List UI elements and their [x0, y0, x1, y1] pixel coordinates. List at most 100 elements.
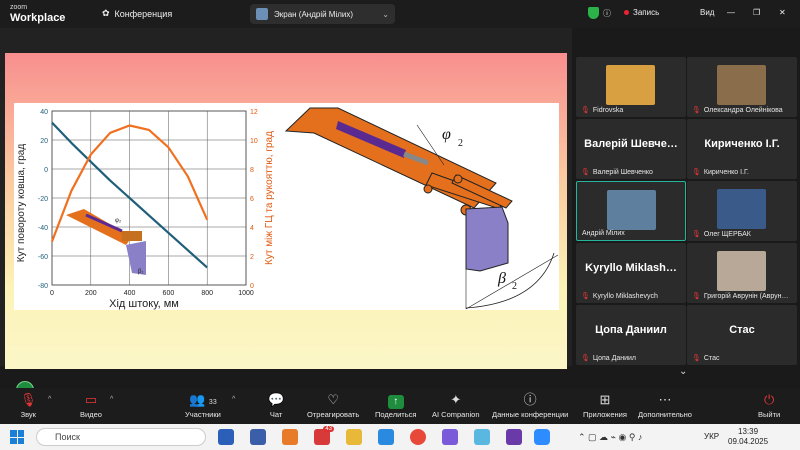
mic-muted-icon: 🎙 [581, 293, 590, 300]
y-right-tick-label: 8 [250, 167, 254, 174]
participant-tile[interactable]: Андрій Мілих [576, 181, 686, 241]
audio-options-caret[interactable]: ^ [48, 396, 51, 403]
share-button[interactable]: ↑ Поделиться [375, 390, 416, 419]
participant-name: Kyryllo Miklashevych [592, 292, 658, 300]
y-right-tick-label: 6 [250, 196, 254, 203]
language-indicator[interactable]: УКР [704, 432, 719, 441]
y-left-tick-label: -60 [38, 254, 48, 261]
svg-text:2: 2 [458, 138, 463, 149]
chevron-down-icon: ⌄ [382, 9, 389, 19]
windows-start-icon[interactable] [10, 430, 24, 444]
participant-tile[interactable]: Стас 🎙 Стас [687, 305, 797, 365]
x-tick-label: 600 [163, 290, 175, 297]
windows-taskbar: Поиск 43 ⌃ ▢ ☁ ⌁ ◉ ⚲ ♪ УКР 13:39 09.04.20… [0, 424, 800, 450]
camera-off-icon: ▭ [84, 392, 98, 407]
participant-tile[interactable]: 🎙 Олександра Олейнікова [687, 57, 797, 117]
x-tick-label: 200 [85, 290, 97, 297]
ai-companion-button[interactable]: ✦ AI Companion [432, 390, 480, 419]
edge-icon[interactable] [378, 429, 394, 445]
beta-label: β [497, 270, 506, 287]
maximize-icon[interactable]: ❐ [753, 8, 760, 17]
x-tick-label: 0 [50, 290, 54, 297]
participant-name-label: 🎙 Стас [692, 354, 719, 363]
x-axis-label: Хід штоку, мм [109, 298, 179, 310]
x-tick-label: 400 [124, 290, 136, 297]
view-button[interactable]: Вид [700, 8, 714, 17]
svg-text:β₁: β₁ [138, 269, 143, 275]
shared-screen-title[interactable]: Экран (Андрій Мілих) ⌄ [250, 4, 395, 24]
opera-icon[interactable]: 43 [314, 426, 334, 445]
react-button[interactable]: ♡ Отреагировать [307, 390, 359, 419]
mic-muted-icon: 🎙 [20, 392, 37, 407]
y-left-tick-label: -80 [38, 283, 48, 290]
video-button[interactable]: ▭ Видео [80, 390, 102, 419]
avatar [256, 8, 268, 20]
participant-name-label: Андрій Мілих [582, 230, 625, 237]
participant-name-label: 🎙 Валерій Шевченко [581, 168, 653, 177]
participant-display-name: Стас [729, 324, 755, 336]
zoom-taskbar-icon[interactable] [534, 429, 550, 445]
chevron-down-icon[interactable]: ⌄ [679, 366, 687, 377]
tray-icons[interactable]: ⌃ ▢ ☁ ⌁ ◉ ⚲ ♪ [578, 432, 642, 443]
participant-name-label: 🎙 Kyryllo Miklashevych [581, 292, 658, 301]
participant-tile[interactable]: Цопа Даниил 🎙 Цопа Даниил [576, 305, 686, 365]
more-button[interactable]: ⋯ Дополнительно [638, 390, 692, 419]
meeting-info-button[interactable]: ⓘ Данные конференции [492, 390, 568, 419]
app-icon[interactable] [474, 429, 490, 445]
x-tick-label: 1000 [238, 290, 254, 297]
app-icon[interactable] [250, 429, 266, 445]
meeting-icon: ✿ [102, 8, 110, 18]
video-options-caret[interactable]: ^ [110, 396, 113, 403]
participant-tile[interactable]: Валерій Шевче… 🎙 Валерій Шевченко [576, 119, 686, 179]
word-icon[interactable] [218, 429, 234, 445]
apps-button[interactable]: ⊞ Приложения [583, 390, 627, 419]
close-icon[interactable]: ✕ [779, 8, 786, 17]
chat-button[interactable]: 💬 Чат [268, 390, 284, 419]
record-indicator[interactable]: Запись [624, 8, 659, 17]
leave-button[interactable]: ⏻ Выйти [758, 390, 780, 419]
x-tick-label: 800 [201, 290, 213, 297]
participant-tile[interactable]: Кириченко І.Г. 🎙 Кириченко І.Г. [687, 119, 797, 179]
conference-info-button[interactable]: ✿ Конференция [102, 8, 172, 19]
info-icon[interactable]: ⓘ [603, 8, 611, 19]
minimize-icon[interactable]: — [727, 8, 735, 17]
participant-tile[interactable]: 🎙 Fidrovska [576, 57, 686, 117]
taskbar-search[interactable]: Поиск [36, 428, 206, 446]
file-explorer-icon[interactable] [346, 429, 362, 445]
participant-video [606, 65, 655, 105]
participant-name: Цопа Даниил [592, 354, 636, 362]
y-left-tick-label: 40 [40, 109, 48, 116]
y-left-tick-label: -40 [38, 225, 48, 232]
viber-icon[interactable] [442, 429, 458, 445]
sparkle-icon: ✦ [450, 392, 462, 407]
participant-tile[interactable]: 🎙 Григорій Аврунін (Аврун… [687, 243, 797, 303]
mechanism-diagram: φ 2 β 2 [276, 103, 559, 310]
phi-label: φ [442, 126, 451, 143]
participant-name: Олександра Олейнікова [703, 106, 783, 114]
participant-tile[interactable]: Kyryllo Miklash… 🎙 Kyryllo Miklashevych [576, 243, 686, 303]
participants-options-caret[interactable]: ^ [232, 396, 235, 403]
participant-tile[interactable]: 🎙 Олег ЩЕРБАК [687, 181, 797, 241]
app-icon[interactable] [506, 429, 522, 445]
clock[interactable]: 13:39 09.04.2025 [728, 427, 768, 447]
chrome-icon[interactable] [410, 429, 426, 445]
mic-muted-icon: 🎙 [692, 231, 701, 238]
apps-icon: ⊞ [599, 392, 611, 407]
mic-muted-icon: 🎙 [581, 107, 590, 114]
y-left-axis-label: Кут повороту ковша, град [16, 144, 27, 263]
participant-name-label: 🎙 Кириченко І.Г. [692, 168, 749, 177]
y-left-tick-label: 20 [40, 138, 48, 145]
participant-name: Кириченко І.Г. [703, 168, 749, 176]
participant-name: Олег ЩЕРБАК [703, 230, 751, 238]
matlab-icon[interactable] [282, 429, 298, 445]
shield-icon[interactable] [588, 7, 599, 19]
audio-button[interactable]: 🎙 Звук [20, 390, 37, 419]
svg-text:2: 2 [512, 281, 517, 292]
participant-name-label: 🎙 Григорій Аврунін (Аврун… [692, 292, 789, 301]
participant-name-label: 🎙 Олександра Олейнікова [692, 106, 783, 115]
zoom-logo: zoom Workplace [10, 4, 66, 24]
participant-name: Андрій Мілих [582, 230, 625, 237]
participant-display-name: Валерій Шевче… [584, 138, 678, 150]
participants-button[interactable]: 👥 33 Участники [185, 390, 221, 419]
mic-muted-icon: 🎙 [581, 355, 590, 362]
